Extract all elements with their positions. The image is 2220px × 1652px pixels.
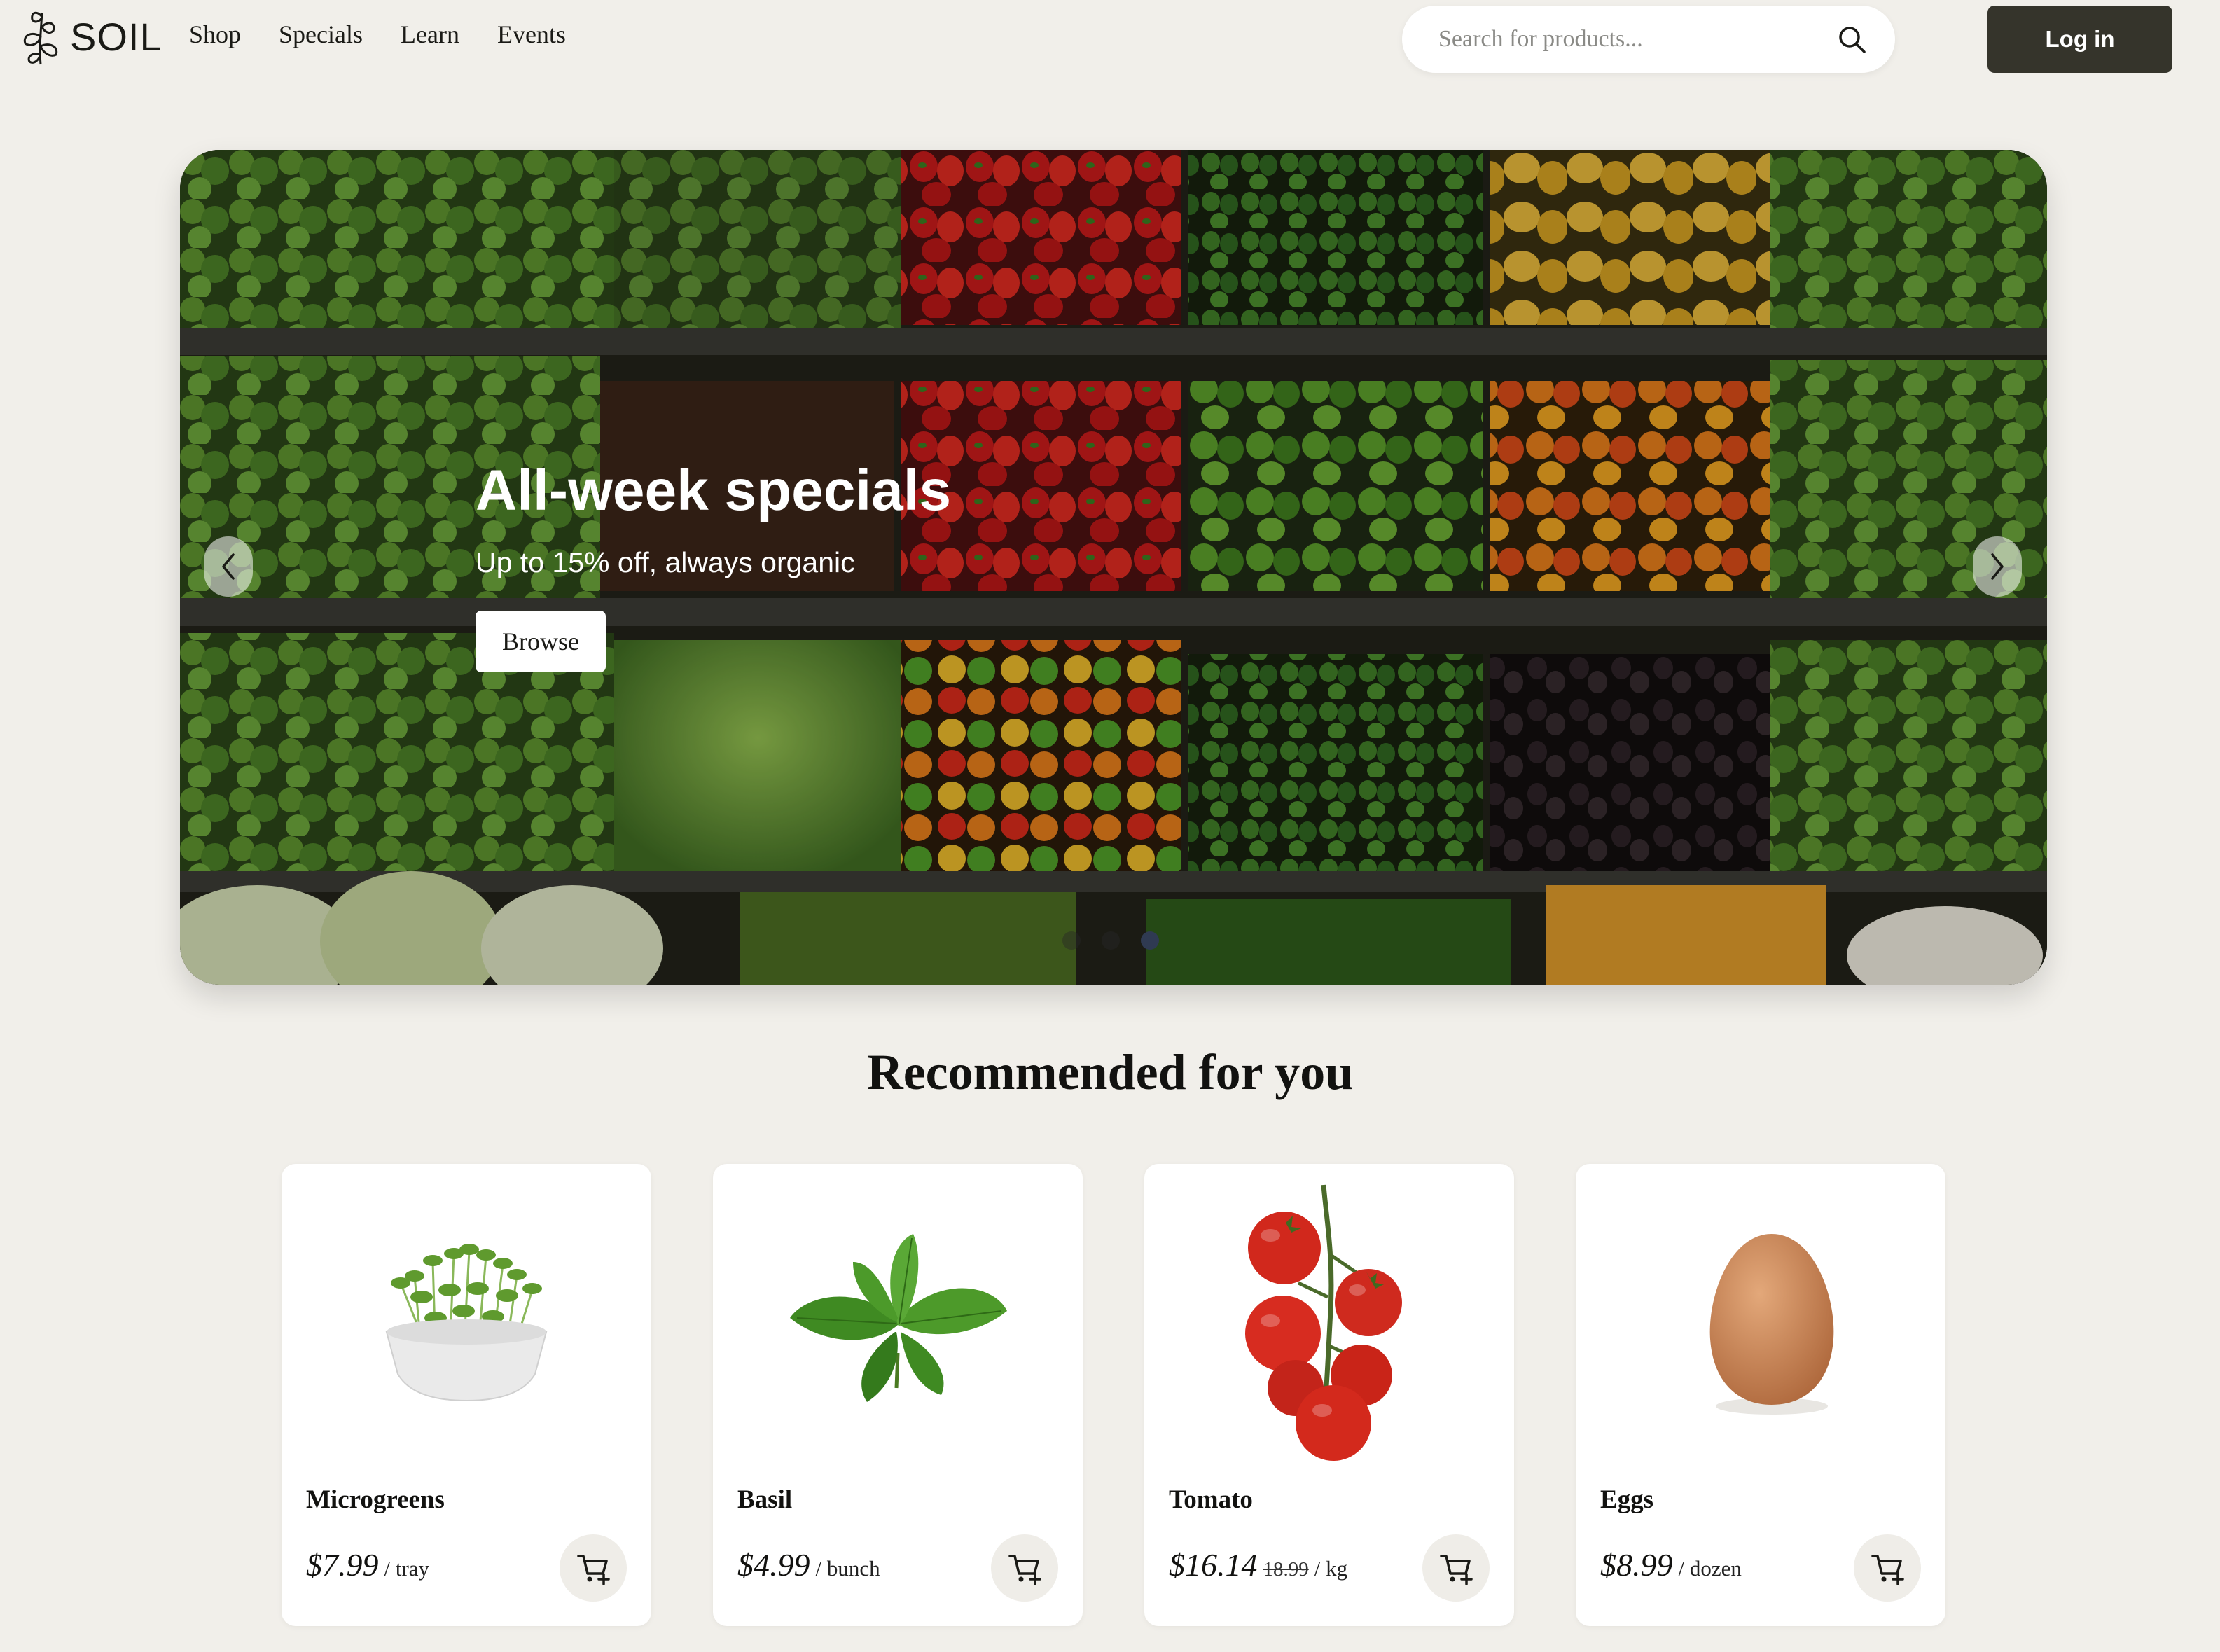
hero-subtitle: Up to 15% off, always organic bbox=[476, 546, 855, 578]
search-bar bbox=[1402, 6, 1895, 73]
product-unit: / dozen bbox=[1678, 1556, 1742, 1581]
chevron-right-icon bbox=[1991, 553, 2004, 580]
product-image bbox=[1604, 1178, 1917, 1465]
egg-image bbox=[1709, 1234, 1834, 1415]
cart-plus-icon bbox=[1440, 1555, 1473, 1585]
cart-plus-icon bbox=[577, 1555, 610, 1585]
section-title: Recommended for you bbox=[866, 1044, 1354, 1100]
carousel-dot[interactable] bbox=[1062, 931, 1081, 950]
carousel-prev-button[interactable] bbox=[204, 536, 253, 597]
product-card[interactable]: Basil $4.99 / bunch bbox=[713, 1164, 1083, 1626]
product-unit: / bunch bbox=[815, 1556, 880, 1581]
product-image bbox=[741, 1178, 1055, 1465]
nav-learn[interactable]: Learn bbox=[401, 20, 459, 49]
nav-specials[interactable]: Specials bbox=[279, 20, 363, 49]
price-row: $8.99 / dozen bbox=[1600, 1546, 1742, 1583]
nav-events[interactable]: Events bbox=[497, 20, 566, 49]
product-unit: / kg bbox=[1314, 1556, 1348, 1581]
carousel-dot[interactable] bbox=[1102, 931, 1120, 950]
add-to-cart-button[interactable] bbox=[1422, 1534, 1490, 1602]
product-card[interactable]: Tomato $16.14 18.99 / kg bbox=[1144, 1164, 1514, 1626]
product-price: $8.99 bbox=[1600, 1547, 1673, 1583]
carousel-dot-active[interactable] bbox=[1141, 931, 1159, 950]
price-row: $16.14 18.99 / kg bbox=[1169, 1546, 1347, 1583]
product-name: Tomato bbox=[1169, 1485, 1253, 1514]
main-nav: Shop Specials Learn Events bbox=[189, 20, 566, 49]
carousel-next-button[interactable] bbox=[1973, 536, 2022, 597]
leaf-logo-icon bbox=[23, 11, 58, 65]
logo-text: SOIL bbox=[70, 14, 162, 59]
price-row: $4.99 / bunch bbox=[737, 1546, 880, 1583]
product-name: Basil bbox=[737, 1485, 793, 1514]
product-price: $7.99 bbox=[306, 1547, 379, 1583]
chevron-left-icon bbox=[222, 553, 235, 580]
hero-overlay bbox=[180, 150, 2047, 985]
search-input[interactable] bbox=[1438, 26, 1836, 53]
product-card[interactable]: Microgreens $7.99 / tray bbox=[282, 1164, 651, 1626]
product-old-price: 18.99 bbox=[1263, 1558, 1309, 1581]
product-price: $16.14 bbox=[1169, 1547, 1258, 1583]
hero-title: All-week specials bbox=[476, 459, 952, 522]
cart-plus-icon bbox=[1871, 1555, 1904, 1585]
add-to-cart-button[interactable] bbox=[991, 1534, 1058, 1602]
logo[interactable]: SOIL bbox=[17, 6, 162, 67]
add-to-cart-button[interactable] bbox=[560, 1534, 627, 1602]
tomato-image bbox=[1245, 1184, 1402, 1461]
hero-carousel: All-week specials Up to 15% off, always … bbox=[180, 150, 2047, 985]
price-row: $7.99 / tray bbox=[306, 1546, 429, 1583]
product-price: $4.99 bbox=[737, 1547, 810, 1583]
product-name: Eggs bbox=[1600, 1485, 1654, 1514]
product-name: Microgreens bbox=[306, 1485, 445, 1514]
product-unit: / tray bbox=[384, 1556, 430, 1581]
search-icon[interactable] bbox=[1836, 24, 1867, 55]
login-button[interactable]: Log in bbox=[1987, 6, 2172, 73]
add-to-cart-button[interactable] bbox=[1854, 1534, 1921, 1602]
product-card[interactable]: Eggs $8.99 / dozen bbox=[1576, 1164, 1945, 1626]
microgreens-image bbox=[385, 1244, 548, 1402]
basil-image bbox=[790, 1234, 1007, 1402]
product-image bbox=[1172, 1178, 1486, 1465]
cart-plus-icon bbox=[1008, 1555, 1041, 1585]
carousel-indicators bbox=[1062, 931, 1159, 950]
product-image bbox=[310, 1178, 623, 1465]
browse-button[interactable]: Browse bbox=[476, 611, 606, 672]
nav-shop[interactable]: Shop bbox=[189, 20, 241, 49]
